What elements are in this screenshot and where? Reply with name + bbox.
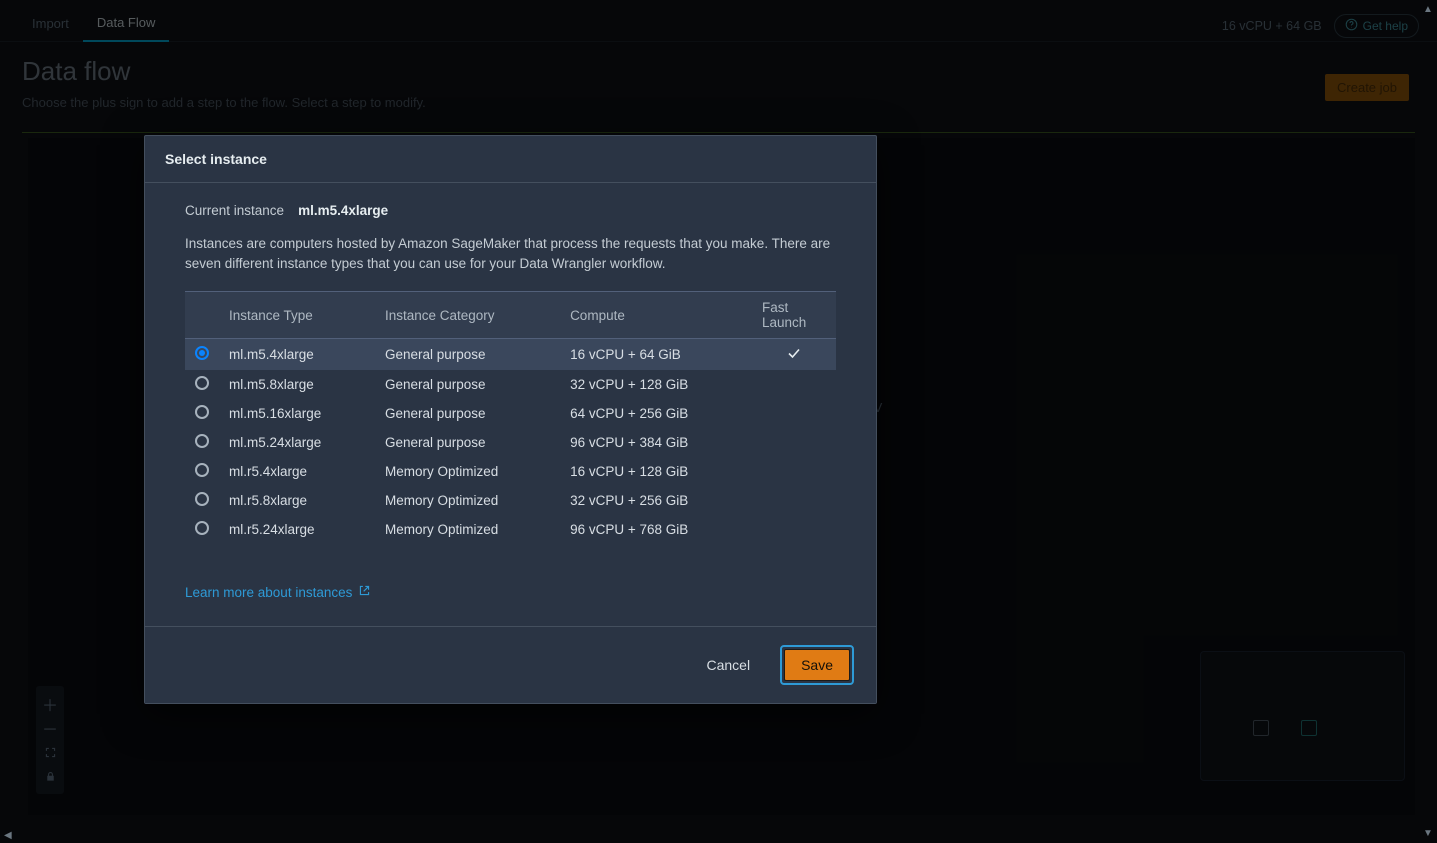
col-instance-category: Instance Category — [375, 292, 560, 339]
instance-category-cell: General purpose — [375, 399, 560, 428]
instance-fast-cell — [752, 515, 836, 544]
instance-row[interactable]: ml.m5.8xlargeGeneral purpose32 vCPU + 12… — [185, 370, 836, 399]
modal-header: Select instance — [145, 136, 876, 183]
canvas-tools: ＋ － — [36, 686, 64, 794]
page-title: Data flow — [22, 56, 1415, 87]
get-help-label: Get help — [1363, 19, 1408, 33]
instance-type-cell: ml.r5.4xlarge — [219, 457, 375, 486]
instance-type-cell: ml.r5.8xlarge — [219, 486, 375, 515]
instance-row[interactable]: ml.r5.4xlargeMemory Optimized16 vCPU + 1… — [185, 457, 836, 486]
instance-category-cell: General purpose — [375, 428, 560, 457]
page-header: Data flow Choose the plus sign to add a … — [22, 56, 1415, 110]
instance-type-cell: ml.m5.24xlarge — [219, 428, 375, 457]
top-tab-bar: Import Data Flow 16 vCPU + 64 GB Get hel… — [0, 10, 1437, 42]
instance-fast-cell — [752, 486, 836, 515]
instance-fast-cell — [752, 399, 836, 428]
cancel-button[interactable]: Cancel — [692, 650, 764, 680]
instance-compute-cell: 64 vCPU + 256 GiB — [560, 399, 752, 428]
instance-radio[interactable] — [195, 346, 209, 360]
col-fast-launch: Fast Launch — [752, 292, 836, 339]
scroll-left-icon[interactable]: ◀ — [4, 830, 12, 841]
get-help-button[interactable]: Get help — [1334, 14, 1419, 38]
current-instance-label: Current instance — [185, 203, 284, 218]
instance-compute-cell: 32 vCPU + 256 GiB — [560, 486, 752, 515]
lock-button[interactable] — [38, 764, 62, 788]
instance-category-cell: General purpose — [375, 370, 560, 399]
create-job-button[interactable]: Create job — [1325, 74, 1409, 101]
current-instance-value: ml.m5.4xlarge — [298, 203, 388, 218]
save-button-focus-ring: Save — [780, 645, 854, 685]
instance-fast-cell — [752, 339, 836, 371]
fit-screen-button[interactable] — [38, 740, 62, 764]
instance-radio[interactable] — [195, 405, 209, 419]
instance-radio[interactable] — [195, 492, 209, 506]
instance-row[interactable]: ml.m5.16xlargeGeneral purpose64 vCPU + 2… — [185, 399, 836, 428]
col-compute: Compute — [560, 292, 752, 339]
instance-category-cell: Memory Optimized — [375, 515, 560, 544]
col-instance-type: Instance Type — [219, 292, 375, 339]
instance-compute-cell: 16 vCPU + 128 GiB — [560, 457, 752, 486]
vertical-scrollbar[interactable]: ▲ ▼ — [1421, 4, 1435, 839]
scroll-up-icon[interactable]: ▲ — [1423, 4, 1433, 15]
instance-category-cell: Memory Optimized — [375, 457, 560, 486]
learn-more-label: Learn more about instances — [185, 585, 352, 600]
instance-radio[interactable] — [195, 463, 209, 477]
instance-radio[interactable] — [195, 521, 209, 535]
scroll-down-icon[interactable]: ▼ — [1423, 828, 1433, 839]
header-divider — [22, 132, 1415, 133]
page-subtitle: Choose the plus sign to add a step to th… — [22, 95, 1415, 110]
external-link-icon — [358, 584, 371, 600]
modal-title: Select instance — [165, 151, 856, 167]
modal-footer: Cancel Save — [145, 626, 876, 703]
modal-description: Instances are computers hosted by Amazon… — [185, 234, 836, 273]
minimap-node — [1301, 720, 1317, 736]
minimap-node — [1253, 720, 1269, 736]
instance-fast-cell — [752, 457, 836, 486]
instance-category-cell: Memory Optimized — [375, 486, 560, 515]
help-icon — [1345, 18, 1358, 34]
instances-table: Instance Type Instance Category Compute … — [185, 291, 836, 544]
instance-row[interactable]: ml.m5.24xlargeGeneral purpose96 vCPU + 3… — [185, 428, 836, 457]
learn-more-link[interactable]: Learn more about instances — [185, 584, 371, 600]
instance-radio[interactable] — [195, 434, 209, 448]
top-compute-label: 16 vCPU + 64 GB — [1222, 19, 1322, 33]
instance-compute-cell: 96 vCPU + 768 GiB — [560, 515, 752, 544]
instance-type-cell: ml.m5.8xlarge — [219, 370, 375, 399]
instance-type-cell: ml.r5.24xlarge — [219, 515, 375, 544]
instance-row[interactable]: ml.m5.4xlargeGeneral purpose16 vCPU + 64… — [185, 339, 836, 371]
instance-fast-cell — [752, 428, 836, 457]
tab-import[interactable]: Import — [18, 10, 83, 41]
instance-type-cell: ml.m5.16xlarge — [219, 399, 375, 428]
instance-type-cell: ml.m5.4xlarge — [219, 339, 375, 371]
tab-data-flow[interactable]: Data Flow — [83, 9, 170, 42]
select-instance-modal: Select instance Current instance ml.m5.4… — [144, 135, 877, 704]
instance-compute-cell: 96 vCPU + 384 GiB — [560, 428, 752, 457]
zoom-in-button[interactable]: ＋ — [38, 692, 62, 716]
instance-row[interactable]: ml.r5.8xlargeMemory Optimized32 vCPU + 2… — [185, 486, 836, 515]
instance-compute-cell: 16 vCPU + 64 GiB — [560, 339, 752, 371]
minimap[interactable] — [1200, 651, 1405, 781]
instance-compute-cell: 32 vCPU + 128 GiB — [560, 370, 752, 399]
zoom-out-button[interactable]: － — [38, 716, 62, 740]
instance-fast-cell — [752, 370, 836, 399]
modal-body: Current instance ml.m5.4xlarge Instances… — [145, 183, 876, 626]
save-button[interactable]: Save — [784, 649, 850, 681]
instance-category-cell: General purpose — [375, 339, 560, 371]
instance-radio[interactable] — [195, 376, 209, 390]
instance-row[interactable]: ml.r5.24xlargeMemory Optimized96 vCPU + … — [185, 515, 836, 544]
check-icon — [786, 349, 802, 364]
